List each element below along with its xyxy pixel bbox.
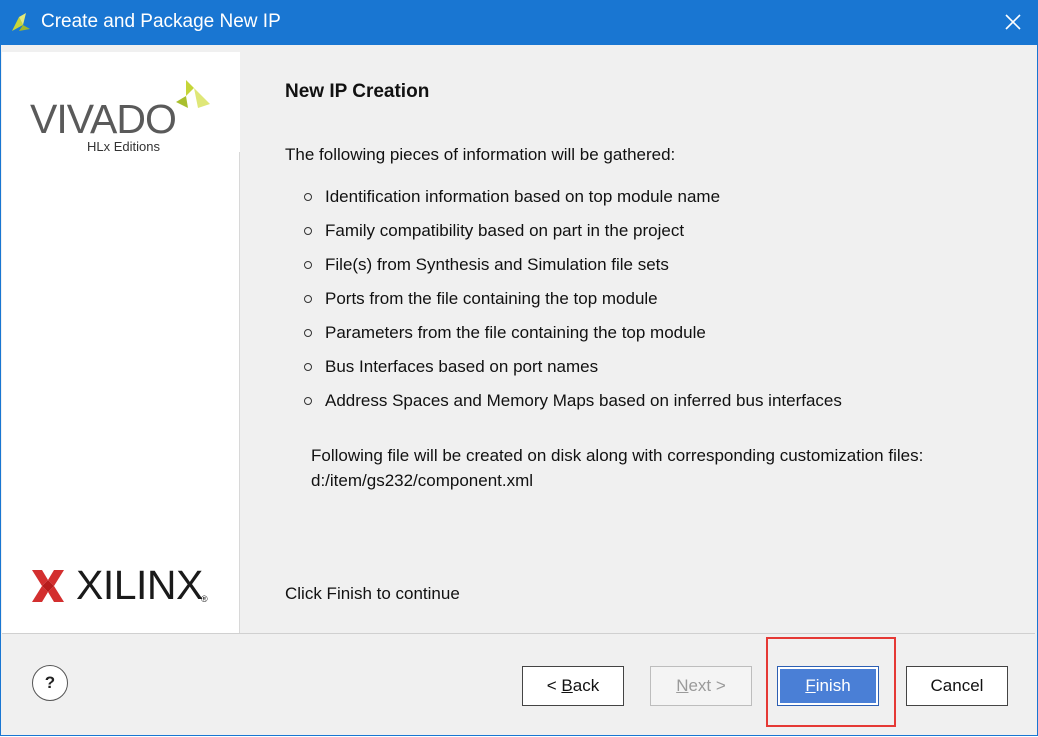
hlx-editions-label: HLx Editions	[87, 139, 160, 154]
bullet-icon	[304, 397, 312, 405]
list-item-label: Address Spaces and Memory Maps based on …	[325, 391, 842, 410]
list-item: Family compatibility based on part in th…	[302, 220, 842, 254]
panel-divider	[239, 152, 240, 633]
list-item: Parameters from the file containing the …	[302, 322, 842, 356]
footer-divider	[2, 633, 1035, 634]
help-button[interactable]: ?	[32, 665, 68, 701]
info-list: Identification information based on top …	[302, 186, 842, 424]
next-label-rest: ext >	[688, 676, 726, 695]
bullet-icon	[304, 227, 312, 235]
list-item-label: Bus Interfaces based on port names	[325, 357, 599, 376]
finish-button[interactable]: Finish	[777, 666, 879, 706]
bullet-icon	[304, 363, 312, 371]
page-title: New IP Creation	[285, 81, 430, 102]
continue-hint: Click Finish to continue	[285, 584, 460, 603]
xilinx-logo-icon	[32, 570, 64, 602]
cancel-button[interactable]: Cancel	[906, 666, 1008, 706]
list-item: Ports from the file containing the top m…	[302, 288, 842, 322]
vivado-logo-text: VIVADO	[30, 96, 177, 142]
list-item-label: Ports from the file containing the top m…	[325, 289, 658, 308]
list-item-label: File(s) from Synthesis and Simulation fi…	[325, 255, 669, 274]
file-note: Following file will be created on disk a…	[311, 443, 923, 493]
back-mnemonic: B	[561, 676, 573, 695]
close-icon[interactable]	[1002, 11, 1024, 33]
bullet-icon	[304, 261, 312, 269]
finish-label-rest: inish	[815, 676, 851, 695]
list-item: Identification information based on top …	[302, 186, 842, 220]
next-button[interactable]: Next >	[650, 666, 752, 706]
list-item: Address Spaces and Memory Maps based on …	[302, 390, 842, 424]
list-item: File(s) from Synthesis and Simulation fi…	[302, 254, 842, 288]
list-item-label: Family compatibility based on part in th…	[325, 221, 685, 240]
list-item: Bus Interfaces based on port names	[302, 356, 842, 390]
finish-mnemonic: F	[805, 676, 816, 695]
back-label-rest: ack	[572, 676, 600, 695]
bullet-icon	[304, 329, 312, 337]
vivado-leaf-icon	[176, 80, 210, 108]
component-file-path: d:/item/gs232/component.xml	[311, 471, 534, 490]
back-prefix: <	[546, 676, 562, 695]
next-mnemonic: N	[676, 676, 689, 695]
bullet-icon	[304, 193, 312, 201]
bullet-icon	[304, 295, 312, 303]
list-item-label: Parameters from the file containing the …	[325, 323, 706, 342]
file-note-text: Following file will be created on disk a…	[311, 446, 924, 465]
window-title: Create and Package New IP	[41, 11, 281, 32]
intro-text: The following pieces of information will…	[285, 145, 676, 164]
title-bar: Create and Package New IP	[0, 0, 1038, 45]
vivado-app-icon	[12, 13, 30, 31]
registered-mark: ®	[201, 594, 208, 604]
back-button[interactable]: < Back	[522, 666, 624, 706]
list-item-label: Identification information based on top …	[325, 187, 721, 206]
xilinx-logo-text: XILINX	[76, 562, 203, 608]
